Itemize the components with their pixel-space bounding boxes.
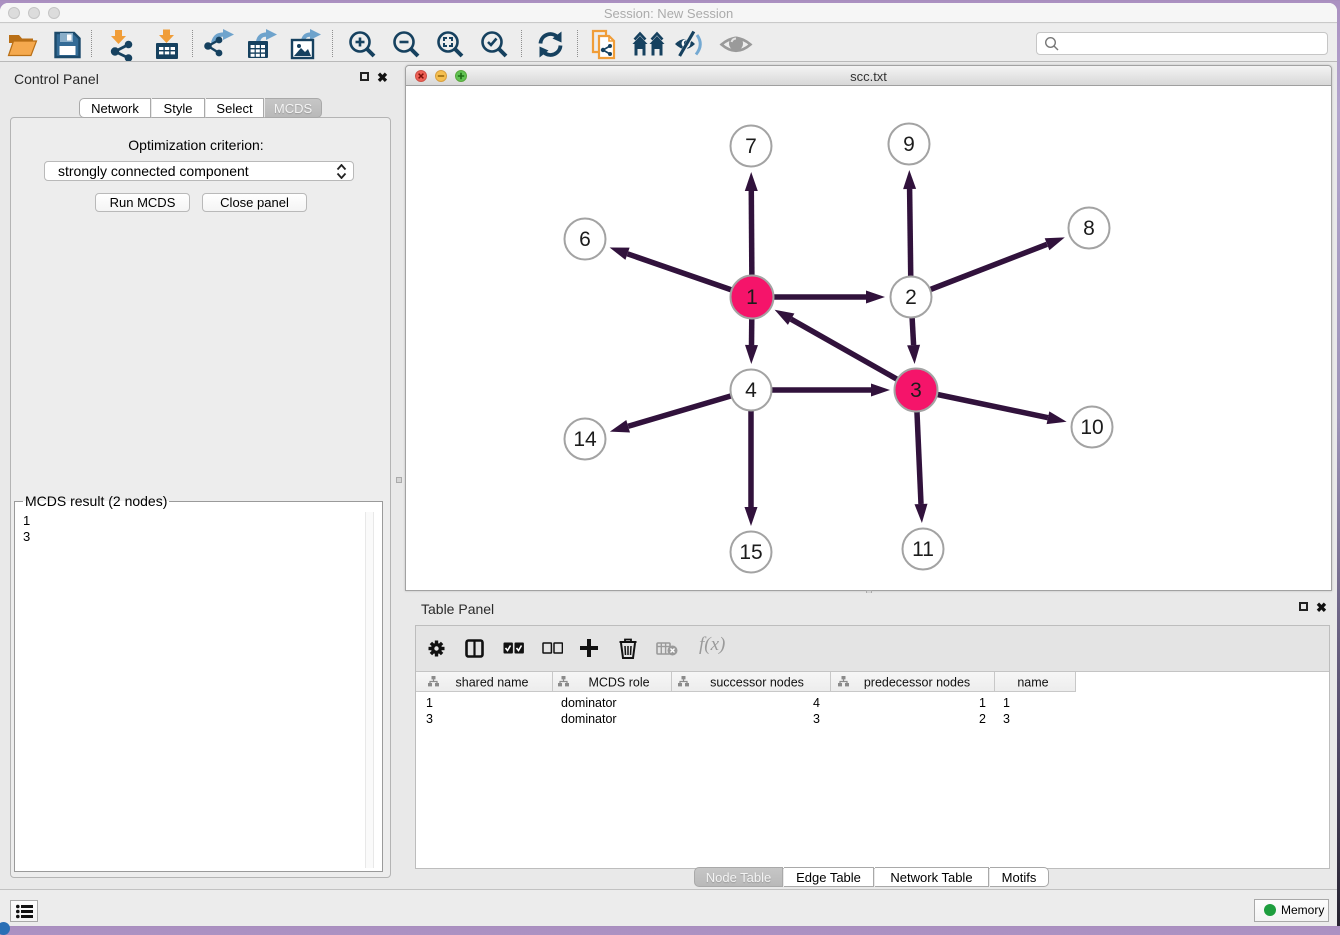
svg-text:4: 4	[745, 379, 757, 402]
svg-text:predecessor nodes: predecessor nodes	[864, 676, 970, 690]
svg-text:8: 8	[1083, 217, 1095, 240]
svg-text:14: 14	[573, 428, 597, 451]
svg-text:shared name: shared name	[456, 676, 529, 690]
svg-text:3: 3	[910, 379, 922, 402]
svg-text:10: 10	[1080, 416, 1103, 439]
svg-text:2: 2	[905, 286, 917, 309]
svg-text:9: 9	[903, 133, 915, 156]
svg-text:15: 15	[739, 541, 762, 564]
svg-text:name: name	[1017, 676, 1048, 690]
svg-text:11: 11	[912, 538, 934, 561]
svg-text:6: 6	[579, 228, 591, 251]
svg-text:1: 1	[746, 286, 758, 309]
svg-text:MCDS role: MCDS role	[588, 676, 649, 690]
svg-text:7: 7	[745, 135, 757, 158]
svg-text:successor nodes: successor nodes	[710, 676, 804, 690]
